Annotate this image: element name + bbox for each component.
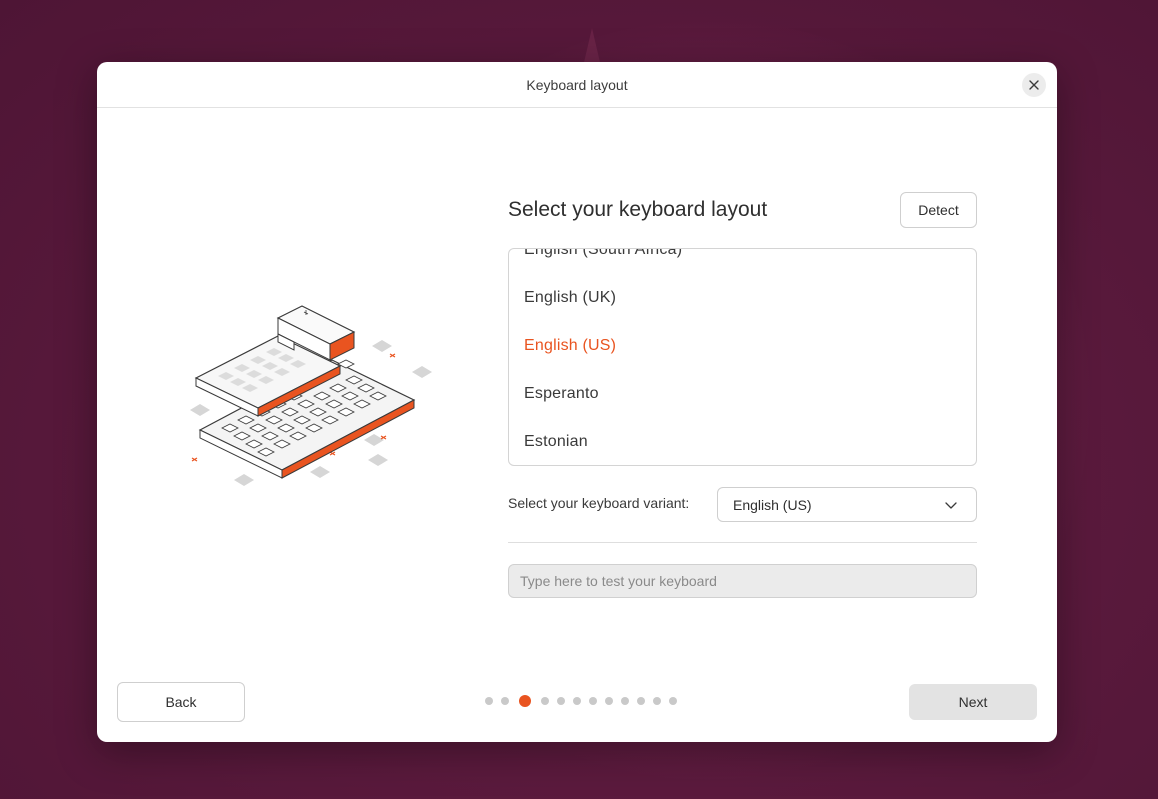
- chevron-down-icon: [945, 502, 957, 509]
- step-dot: [501, 697, 509, 705]
- titlebar: Keyboard layout: [97, 62, 1057, 108]
- step-dot: [589, 697, 597, 705]
- layout-item[interactable]: Estonian: [509, 418, 976, 465]
- step-dot: [669, 697, 677, 705]
- variant-dropdown[interactable]: English (US): [717, 487, 977, 522]
- back-button[interactable]: Back: [117, 682, 245, 722]
- detect-button[interactable]: Detect: [900, 192, 977, 228]
- close-icon: [1029, 80, 1039, 90]
- step-dot: [637, 697, 645, 705]
- step-dot: [541, 697, 549, 705]
- step-dot: [653, 697, 661, 705]
- divider: [508, 542, 977, 543]
- variant-value: English (US): [733, 496, 812, 513]
- step-dot: [485, 697, 493, 705]
- step-dot: [573, 697, 581, 705]
- step-dot-current: [519, 695, 531, 707]
- layout-item-selected[interactable]: English (US): [509, 322, 976, 370]
- next-button[interactable]: Next: [909, 684, 1037, 720]
- step-dot: [605, 697, 613, 705]
- step-dot: [621, 697, 629, 705]
- keyboard-layout-dialog: Keyboard layout Select your keyboard lay…: [97, 62, 1057, 742]
- close-button[interactable]: [1022, 73, 1046, 97]
- step-indicator: [481, 695, 681, 707]
- keyboard-test-input[interactable]: [508, 564, 977, 598]
- layout-item[interactable]: English (UK): [509, 274, 976, 322]
- keyboard-layout-list[interactable]: English (South Africa) English (UK) Engl…: [508, 248, 977, 466]
- variant-label: Select your keyboard variant:: [508, 495, 690, 511]
- layout-item[interactable]: Esperanto: [509, 370, 976, 418]
- layout-item[interactable]: English (South Africa): [509, 249, 976, 274]
- keyboard-illustration: [190, 305, 432, 486]
- page-heading: Select your keyboard layout: [508, 198, 768, 221]
- window-title: Keyboard layout: [526, 76, 628, 93]
- step-dot: [557, 697, 565, 705]
